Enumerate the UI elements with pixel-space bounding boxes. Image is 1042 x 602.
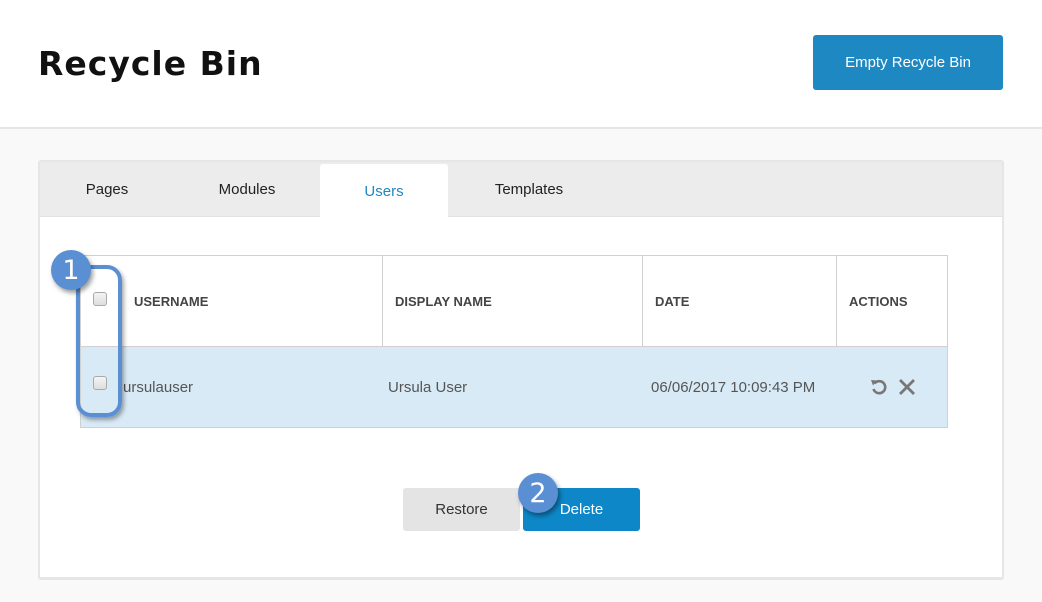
- deleted-users-table: USERNAME DISPLAY NAME DATE ACTIONS ursul…: [80, 255, 948, 428]
- page-header: Recycle Bin Empty Recycle Bin: [0, 0, 1042, 129]
- username-cell: ursulauser: [123, 378, 194, 396]
- column-header-date[interactable]: DATE: [655, 256, 689, 346]
- callout-badge-2: 2: [518, 473, 558, 513]
- restore-button[interactable]: Restore: [403, 488, 520, 531]
- column-header-actions: ACTIONS: [849, 293, 908, 309]
- tab-modules[interactable]: Modules: [180, 162, 314, 217]
- empty-recycle-bin-button[interactable]: Empty Recycle Bin: [813, 35, 1003, 90]
- restore-icon[interactable]: [869, 377, 889, 397]
- tab-bar: Pages Modules Users Templates: [40, 162, 1002, 218]
- recycle-bin-panel: Pages Modules Users Templates USERNAME D…: [38, 160, 1004, 580]
- column-header-username[interactable]: USERNAME: [134, 256, 208, 346]
- tab-pages[interactable]: Pages: [40, 162, 174, 217]
- display-name-cell: Ursula User: [388, 378, 468, 396]
- checkbox-highlight-outline: [76, 265, 122, 417]
- tab-users[interactable]: Users: [320, 164, 448, 218]
- delete-icon[interactable]: [897, 377, 917, 397]
- page-title: Recycle Bin: [38, 44, 263, 83]
- actions-cell: [869, 347, 917, 427]
- table-row[interactable]: ursulauser Ursula User 06/06/2017 10:09:…: [81, 347, 947, 427]
- table-header-row: USERNAME DISPLAY NAME DATE ACTIONS: [81, 256, 947, 347]
- column-divider: [836, 256, 837, 346]
- tab-templates[interactable]: Templates: [460, 162, 598, 217]
- date-cell: 06/06/2017 10:09:43 PM: [651, 378, 816, 396]
- callout-badge-1: 1: [51, 250, 91, 290]
- column-header-display-name[interactable]: DISPLAY NAME: [395, 256, 492, 346]
- column-divider: [642, 256, 643, 346]
- column-divider: [382, 256, 383, 346]
